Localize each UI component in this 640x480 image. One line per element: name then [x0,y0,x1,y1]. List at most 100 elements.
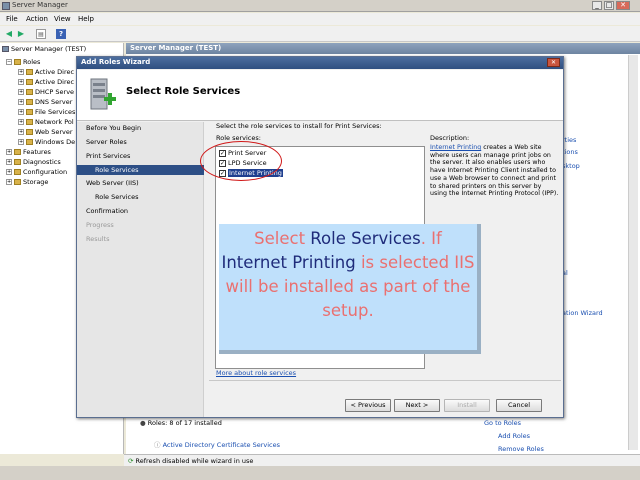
server-manager-icon [2,2,10,10]
tree-item-label: Diagnostics [23,158,61,166]
wizard-steps: Before You Begin Server Roles Print Servic… [77,122,204,417]
refresh-icon: ⟳ [128,457,136,465]
tree-expander-icon[interactable]: + [6,179,12,185]
tree-expander-icon[interactable]: + [6,169,12,175]
tree-item-active-direc[interactable]: + Active Direc [18,78,74,86]
tree-expander-icon[interactable]: − [6,59,12,65]
tree-item-label: Windows De [35,138,76,146]
wizard-step-before-you-begin[interactable]: Before You Begin [86,124,141,132]
description-link[interactable]: Internet Printing [430,144,481,151]
minimize-button[interactable]: _ [592,1,602,10]
folder-icon [26,99,33,105]
tree-expander-icon[interactable]: + [18,79,24,85]
tree-expander-icon[interactable]: + [6,159,12,165]
folder-icon [26,109,33,115]
next-button[interactable]: Next > [394,399,440,412]
toolbar: ◀ ▶ ▤ ? [0,26,640,42]
tree-item-windows-de[interactable]: + Windows De [18,138,75,146]
description-label: Description: [430,134,470,142]
menu-help[interactable]: Help [78,15,94,23]
tree-expander-icon[interactable]: + [18,69,24,75]
tree-item-web-server[interactable]: + Web Server [18,128,73,136]
window-titlebar: Server Manager _ □ ✕ [0,0,640,12]
folder-icon [26,89,33,95]
wizard-step-results: Results [86,235,110,243]
server-roles-icon [90,78,116,110]
tree-item-active-direc[interactable]: + Active Direc [18,68,74,76]
wizard-step-role-services[interactable]: Role Services [95,193,138,201]
server-icon [2,46,9,52]
action-go-to-roles[interactable]: Go to Roles [484,419,521,427]
link-connections[interactable]: tions [562,148,578,156]
back-arrow-icon[interactable]: ◀ [4,29,14,39]
folder-icon [14,169,21,175]
bottom-strip [0,466,640,480]
tree-item-configuration[interactable]: + Configuration [6,168,67,176]
wizard-heading: Select Role Services [126,86,241,97]
more-about-role-services-link[interactable]: More about role services [216,369,296,377]
folder-icon [26,119,33,125]
maximize-button[interactable]: □ [604,1,614,10]
tree-expander-icon[interactable]: + [18,119,24,125]
menu-action[interactable]: Action [26,15,48,23]
tree-item-label: DNS Server [35,98,73,106]
folder-icon [26,79,33,85]
folder-icon [26,129,33,135]
tree-item-file-services[interactable]: + File Services [18,108,75,116]
link-remote-desktop[interactable]: sktop [562,162,580,170]
folder-icon [14,59,21,65]
tree-item-label: Configuration [23,168,68,176]
right-pane-scrollbar[interactable] [628,55,638,450]
wizard-title: Add Roles Wizard [77,57,563,69]
tree-item-label: Active Direc [35,68,75,76]
wizard-step-progress: Progress [86,221,114,229]
tree-item-dns-server[interactable]: + DNS Server [18,98,72,106]
tree-item-dhcp-serve[interactable]: + DHCP Serve [18,88,74,96]
menu-file[interactable]: File [6,15,18,23]
link-configuration-wizard[interactable]: ation Wizard [562,309,603,317]
folder-icon [14,179,21,185]
roles-summary: ● Roles: 8 of 17 installed [140,419,222,427]
description-text: Internet Printing creates a Web site whe… [430,144,559,198]
tree-expander-icon[interactable]: + [18,99,24,105]
close-button[interactable]: ✕ [616,1,630,10]
action-remove-roles[interactable]: Remove Roles [498,445,544,453]
folder-icon [26,139,33,145]
role-item-link[interactable]: ⓘ Active Directory Certificate Services [154,439,280,449]
wizard-step-role-services[interactable]: Role Services [77,165,204,175]
info-icon: ⓘ [154,441,163,449]
tree-expander-icon[interactable]: + [18,129,24,135]
tree-item-features[interactable]: + Features [6,148,51,156]
right-pane-header: Server Manager (TEST) [126,43,640,54]
tree-item-label: DHCP Serve [35,88,75,96]
folder-icon [26,69,33,75]
install-button: Install [444,399,490,412]
wizard-header: Select Role Services [77,70,563,121]
wizard-step-web-server-iis[interactable]: Web Server (IIS) [86,179,139,187]
tree-expander-icon[interactable]: + [18,139,24,145]
link-properties[interactable]: rties [562,136,576,144]
forward-arrow-icon[interactable]: ▶ [16,29,26,39]
folder-icon [14,159,21,165]
tree-item-network-pol[interactable]: + Network Pol [18,118,74,126]
cancel-button[interactable]: Cancel [496,399,542,412]
tree-expander-icon[interactable]: + [18,109,24,115]
help-icon[interactable]: ? [56,29,66,39]
up-level-icon[interactable]: ▤ [36,29,46,39]
tree-root[interactable]: Server Manager (TEST) [2,45,86,53]
menu-view[interactable]: View [54,15,71,23]
tree-item-roles[interactable]: − Roles [6,58,40,66]
tree-expander-icon[interactable]: + [18,89,24,95]
tree-item-diagnostics[interactable]: + Diagnostics [6,158,61,166]
wizard-step-confirmation[interactable]: Confirmation [86,207,128,215]
wizard-close-button[interactable]: ✕ [547,58,560,67]
wizard-step-print-services[interactable]: Print Services [86,152,130,160]
previous-button[interactable]: < Previous [345,399,391,412]
action-add-roles[interactable]: Add Roles [498,432,530,440]
tree-expander-icon[interactable]: + [6,149,12,155]
wizard-step-server-roles[interactable]: Server Roles [86,138,127,146]
tree-item-label: Roles [23,58,41,66]
tree-item-storage[interactable]: + Storage [6,178,48,186]
tree-item-label: File Services [35,108,76,116]
tree-item-label: Network Pol [35,118,74,126]
